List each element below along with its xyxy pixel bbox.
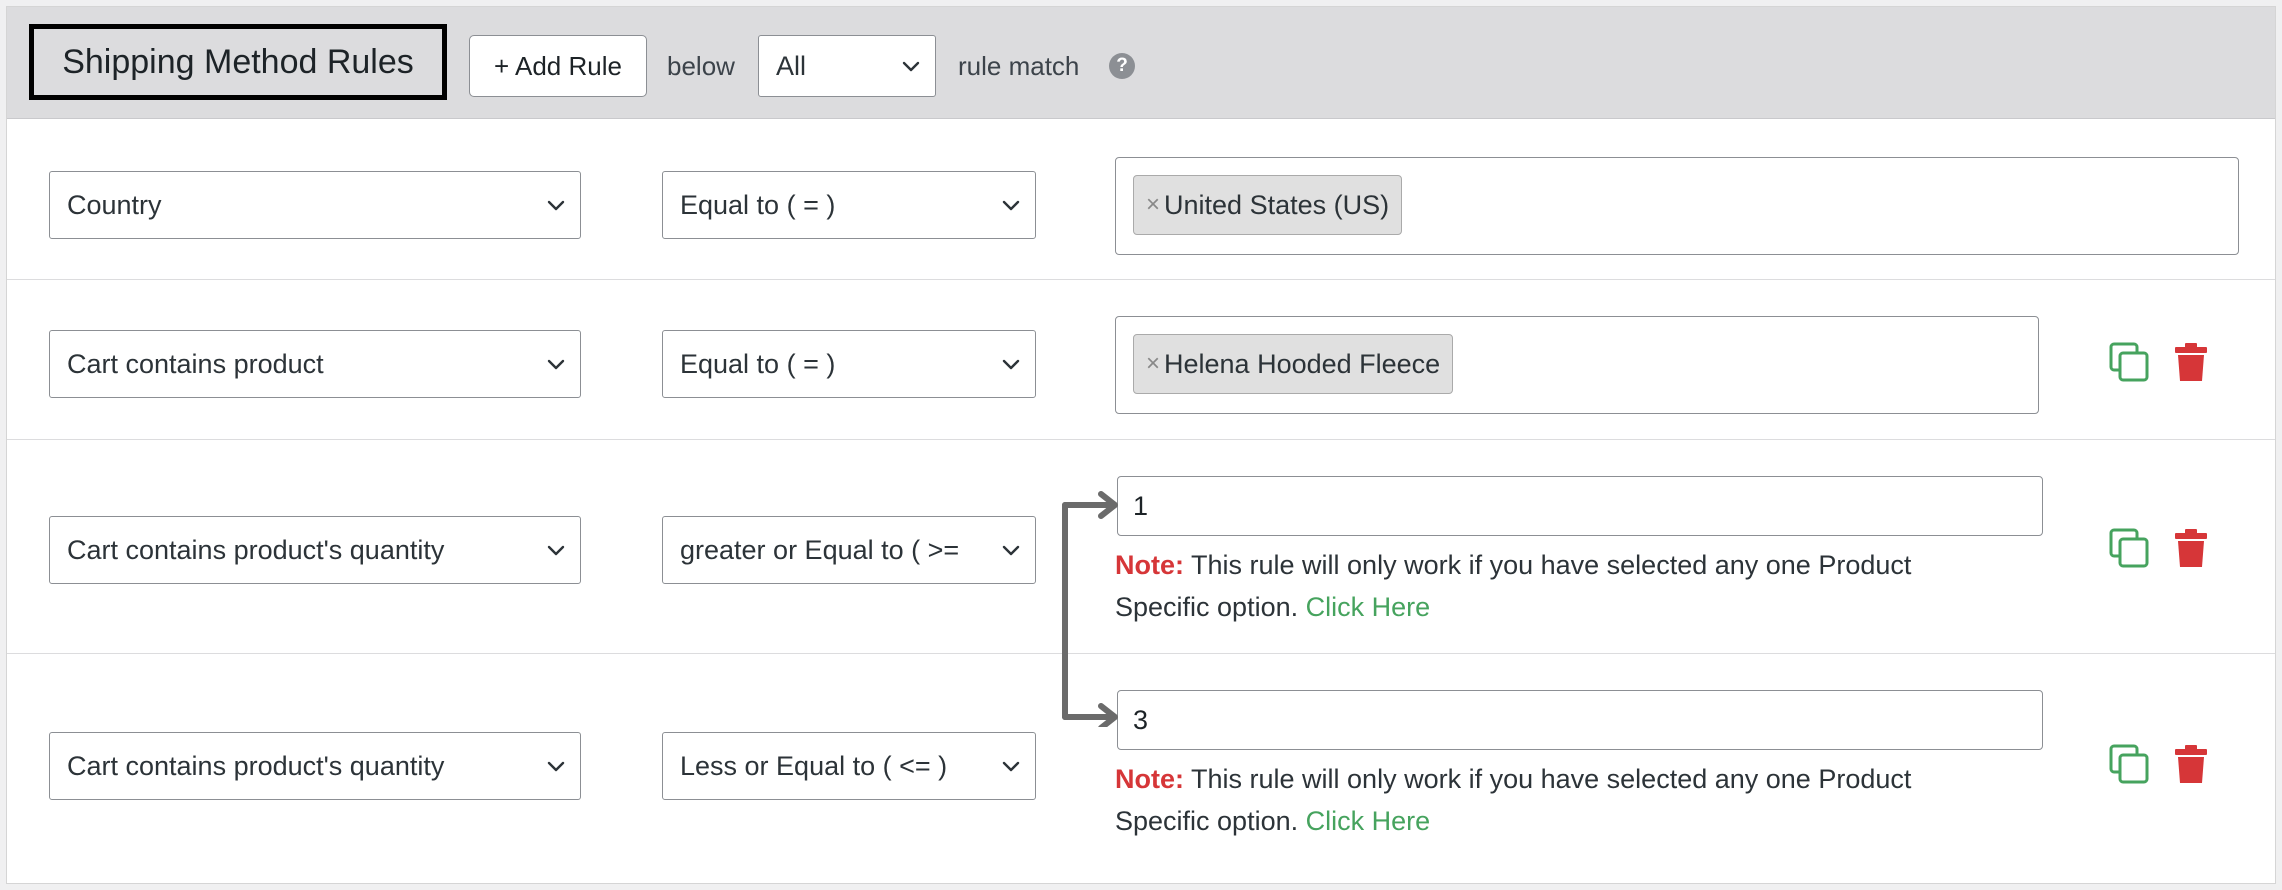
- trash-icon[interactable]: [2169, 526, 2213, 570]
- trash-icon[interactable]: [2169, 340, 2213, 384]
- range-connector-arrow: [1062, 491, 1118, 727]
- rule-row: Cart contains product Equal to ( = ) × H…: [7, 279, 2275, 439]
- duplicate-icon[interactable]: [2107, 526, 2151, 570]
- note-text: This rule will only work if you have sel…: [1184, 764, 1912, 794]
- chevron-down-icon: [1002, 761, 1020, 772]
- note-label: Note:: [1115, 764, 1184, 794]
- operator-value: Equal to ( = ): [680, 189, 836, 220]
- rules-panel: Shipping Method Rules + Add Rule below A…: [6, 6, 2276, 884]
- chevron-down-icon: [547, 761, 565, 772]
- tag-label: United States (US): [1164, 189, 1390, 220]
- remove-tag-icon[interactable]: ×: [1146, 350, 1160, 378]
- remove-tag-icon[interactable]: ×: [1146, 191, 1160, 219]
- click-here-link[interactable]: Click Here: [1306, 806, 1431, 836]
- trash-icon[interactable]: [2169, 742, 2213, 786]
- duplicate-icon[interactable]: [2107, 340, 2151, 384]
- condition-select[interactable]: Cart contains product's quantity: [49, 732, 581, 800]
- rule-note: Note: This rule will only work if you ha…: [1115, 544, 2015, 628]
- chevron-down-icon: [1002, 545, 1020, 556]
- tag-label: Helena Hooded Fleece: [1164, 348, 1441, 379]
- rule-row: Country Equal to ( = ) × United States (…: [7, 119, 2275, 279]
- condition-select[interactable]: Country: [49, 171, 581, 239]
- rule-note: Note: This rule will only work if you ha…: [1115, 758, 2015, 842]
- rule-match-value: All: [776, 50, 807, 81]
- note-text: Specific option.: [1115, 806, 1306, 836]
- operator-value: Equal to ( = ): [680, 348, 836, 379]
- chevron-down-icon: [902, 61, 920, 72]
- condition-value: Cart contains product's quantity: [67, 534, 445, 565]
- rule-row: Cart contains product's quantity Less or…: [7, 653, 2275, 885]
- condition-select[interactable]: Cart contains product's quantity: [49, 516, 581, 584]
- operator-value: Less or Equal to ( <= ): [680, 750, 948, 781]
- condition-value: Cart contains product: [67, 348, 324, 379]
- chevron-down-icon: [1002, 359, 1020, 370]
- operator-select[interactable]: greater or Equal to ( >=: [662, 516, 1036, 584]
- page-title: Shipping Method Rules: [29, 24, 447, 100]
- below-label: below: [667, 51, 735, 81]
- condition-value: Country: [67, 189, 162, 220]
- duplicate-icon[interactable]: [2107, 742, 2151, 786]
- chevron-down-icon: [1002, 200, 1020, 211]
- chevron-down-icon: [547, 200, 565, 211]
- selected-tag: × United States (US): [1133, 175, 1403, 235]
- help-icon[interactable]: ?: [1109, 53, 1135, 79]
- note-text: This rule will only work if you have sel…: [1184, 550, 1912, 580]
- click-here-link[interactable]: Click Here: [1306, 592, 1431, 622]
- condition-select[interactable]: Cart contains product: [49, 330, 581, 398]
- rules-header: Shipping Method Rules + Add Rule below A…: [7, 7, 2275, 119]
- rule-row: Cart contains product's quantity greater…: [7, 439, 2275, 653]
- operator-select[interactable]: Equal to ( = ): [662, 171, 1036, 239]
- quantity-input[interactable]: 1: [1117, 476, 2043, 536]
- rule-match-label: rule match: [958, 51, 1080, 81]
- operator-value: greater or Equal to ( >=: [680, 534, 960, 565]
- operator-select[interactable]: Less or Equal to ( <= ): [662, 732, 1036, 800]
- value-tag-input[interactable]: × Helena Hooded Fleece: [1115, 316, 2039, 414]
- note-text: Specific option.: [1115, 592, 1306, 622]
- condition-value: Cart contains product's quantity: [67, 750, 445, 781]
- chevron-down-icon: [547, 359, 565, 370]
- add-rule-button[interactable]: + Add Rule: [469, 35, 647, 97]
- chevron-down-icon: [547, 545, 565, 556]
- operator-select[interactable]: Equal to ( = ): [662, 330, 1036, 398]
- quantity-input[interactable]: 3: [1117, 690, 2043, 750]
- rule-match-select[interactable]: All: [758, 35, 936, 97]
- value-tag-input[interactable]: × United States (US): [1115, 157, 2239, 255]
- selected-tag: × Helena Hooded Fleece: [1133, 334, 1454, 394]
